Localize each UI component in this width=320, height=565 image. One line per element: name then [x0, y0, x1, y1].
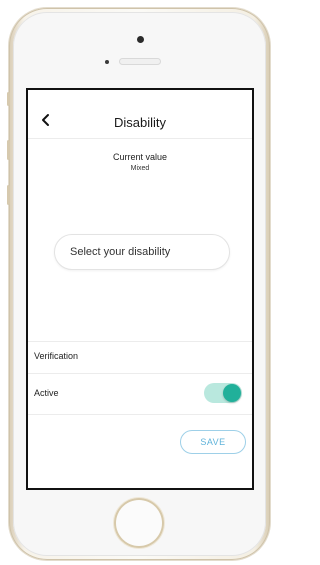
current-value-label: Current value — [112, 152, 168, 162]
disability-select[interactable]: Select your disability — [54, 234, 230, 270]
verification-top-divider — [28, 341, 252, 342]
active-label: Active — [34, 388, 59, 398]
active-bottom-divider — [28, 414, 252, 415]
app-screen: Disability Current value Mixed Select yo… — [26, 88, 254, 490]
page-title: Disability — [113, 115, 166, 130]
save-button[interactable]: SAVE — [180, 430, 246, 454]
home-button — [114, 498, 164, 548]
earpiece-speaker — [119, 58, 161, 65]
volume-up-button — [7, 140, 10, 160]
front-camera — [137, 36, 144, 43]
proximity-sensor — [105, 60, 109, 64]
verification-bottom-divider — [28, 373, 252, 374]
mute-switch — [7, 92, 10, 106]
active-toggle[interactable] — [204, 383, 242, 403]
header-divider — [28, 138, 252, 139]
verification-label: Verification — [34, 351, 79, 361]
toggle-knob — [223, 384, 241, 402]
header-bar: Disability — [28, 90, 252, 134]
volume-down-button — [7, 185, 10, 205]
current-value-text: Mixed — [130, 165, 150, 172]
